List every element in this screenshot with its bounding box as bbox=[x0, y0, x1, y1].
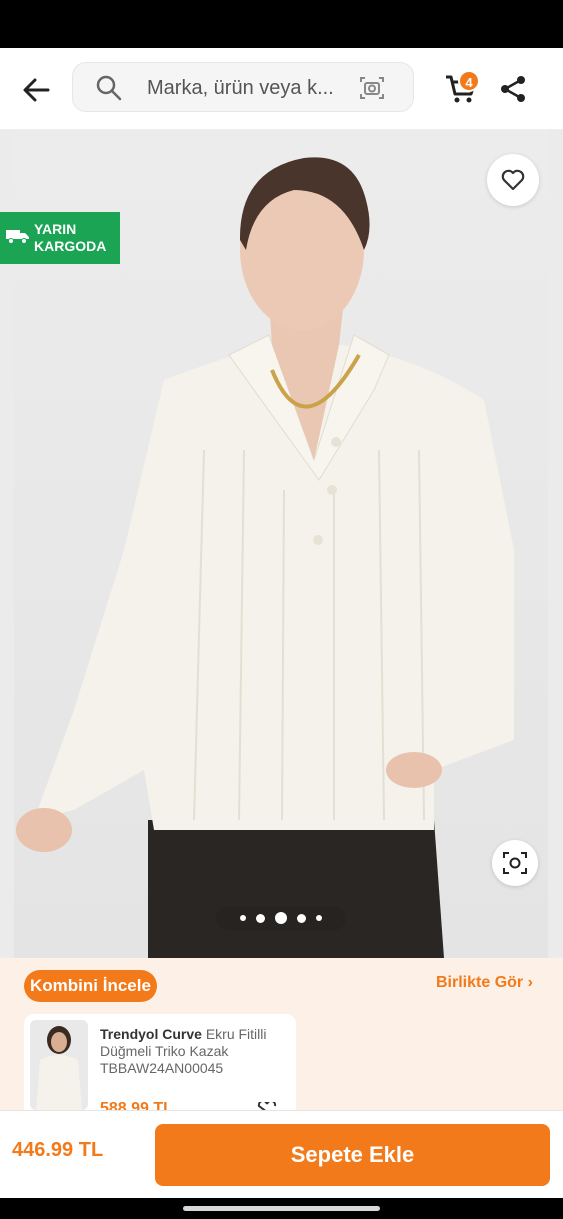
outfit-product-thumbnail bbox=[30, 1020, 88, 1110]
shipping-badge-line1: YARIN bbox=[34, 221, 77, 237]
camera-search-icon[interactable] bbox=[359, 75, 385, 101]
outfit-product-code: TBBAW24AN00045 bbox=[100, 1060, 224, 1076]
system-nav-bar bbox=[0, 1198, 563, 1219]
truck-icon bbox=[6, 230, 29, 244]
next-day-shipping-badge: YARIN KARGODA bbox=[0, 212, 120, 264]
home-indicator[interactable] bbox=[183, 1206, 380, 1211]
search-input[interactable] bbox=[147, 75, 347, 101]
outfit-title: Kombini İncele bbox=[24, 970, 157, 1002]
bottom-action-bar: 446.99 TL Sepete Ekle bbox=[0, 1110, 563, 1198]
page-dot[interactable] bbox=[316, 915, 322, 921]
see-together-link[interactable]: Birlikte Gör › bbox=[436, 974, 533, 992]
page-dot[interactable] bbox=[297, 913, 306, 923]
page-dot-active[interactable] bbox=[275, 912, 287, 924]
favorite-button[interactable] bbox=[487, 154, 539, 206]
outfit-section: Kombini İncele Birlikte Gör › Trendyol C… bbox=[0, 958, 563, 1112]
product-image-gallery[interactable]: YARIN KARGODA bbox=[0, 130, 563, 958]
arrow-left-icon[interactable] bbox=[18, 72, 54, 108]
page-dot[interactable] bbox=[256, 913, 265, 923]
search-bar[interactable] bbox=[72, 62, 414, 112]
see-together-label: Birlikte Gör bbox=[436, 974, 524, 991]
page-dot[interactable] bbox=[240, 915, 246, 921]
search-icon bbox=[96, 75, 122, 101]
cart-count-badge: 4 bbox=[458, 70, 480, 92]
gallery-pagination bbox=[216, 906, 346, 930]
heart-icon bbox=[501, 169, 525, 191]
chevron-right-icon: › bbox=[527, 974, 533, 991]
outfit-product-price: 588,99 TL bbox=[100, 1100, 173, 1110]
outfit-product-name: Trendyol Curve Ekru Fitilli Düğmeli Trik… bbox=[100, 1026, 290, 1077]
outfit-product-card[interactable]: Trendyol Curve Ekru Fitilli Düğmeli Trik… bbox=[24, 1014, 296, 1112]
visual-search-button[interactable] bbox=[492, 840, 538, 886]
add-to-cart-button[interactable]: Sepete Ekle bbox=[155, 1124, 550, 1186]
product-price: 446.99 TL bbox=[12, 1139, 104, 1161]
outfit-product-brand: Trendyol Curve bbox=[100, 1026, 202, 1042]
shipping-badge-line2: KARGODA bbox=[34, 238, 107, 254]
share-icon[interactable] bbox=[498, 74, 528, 104]
status-bar bbox=[0, 0, 563, 48]
lens-icon bbox=[503, 852, 527, 874]
top-bar: 4 bbox=[0, 48, 563, 130]
